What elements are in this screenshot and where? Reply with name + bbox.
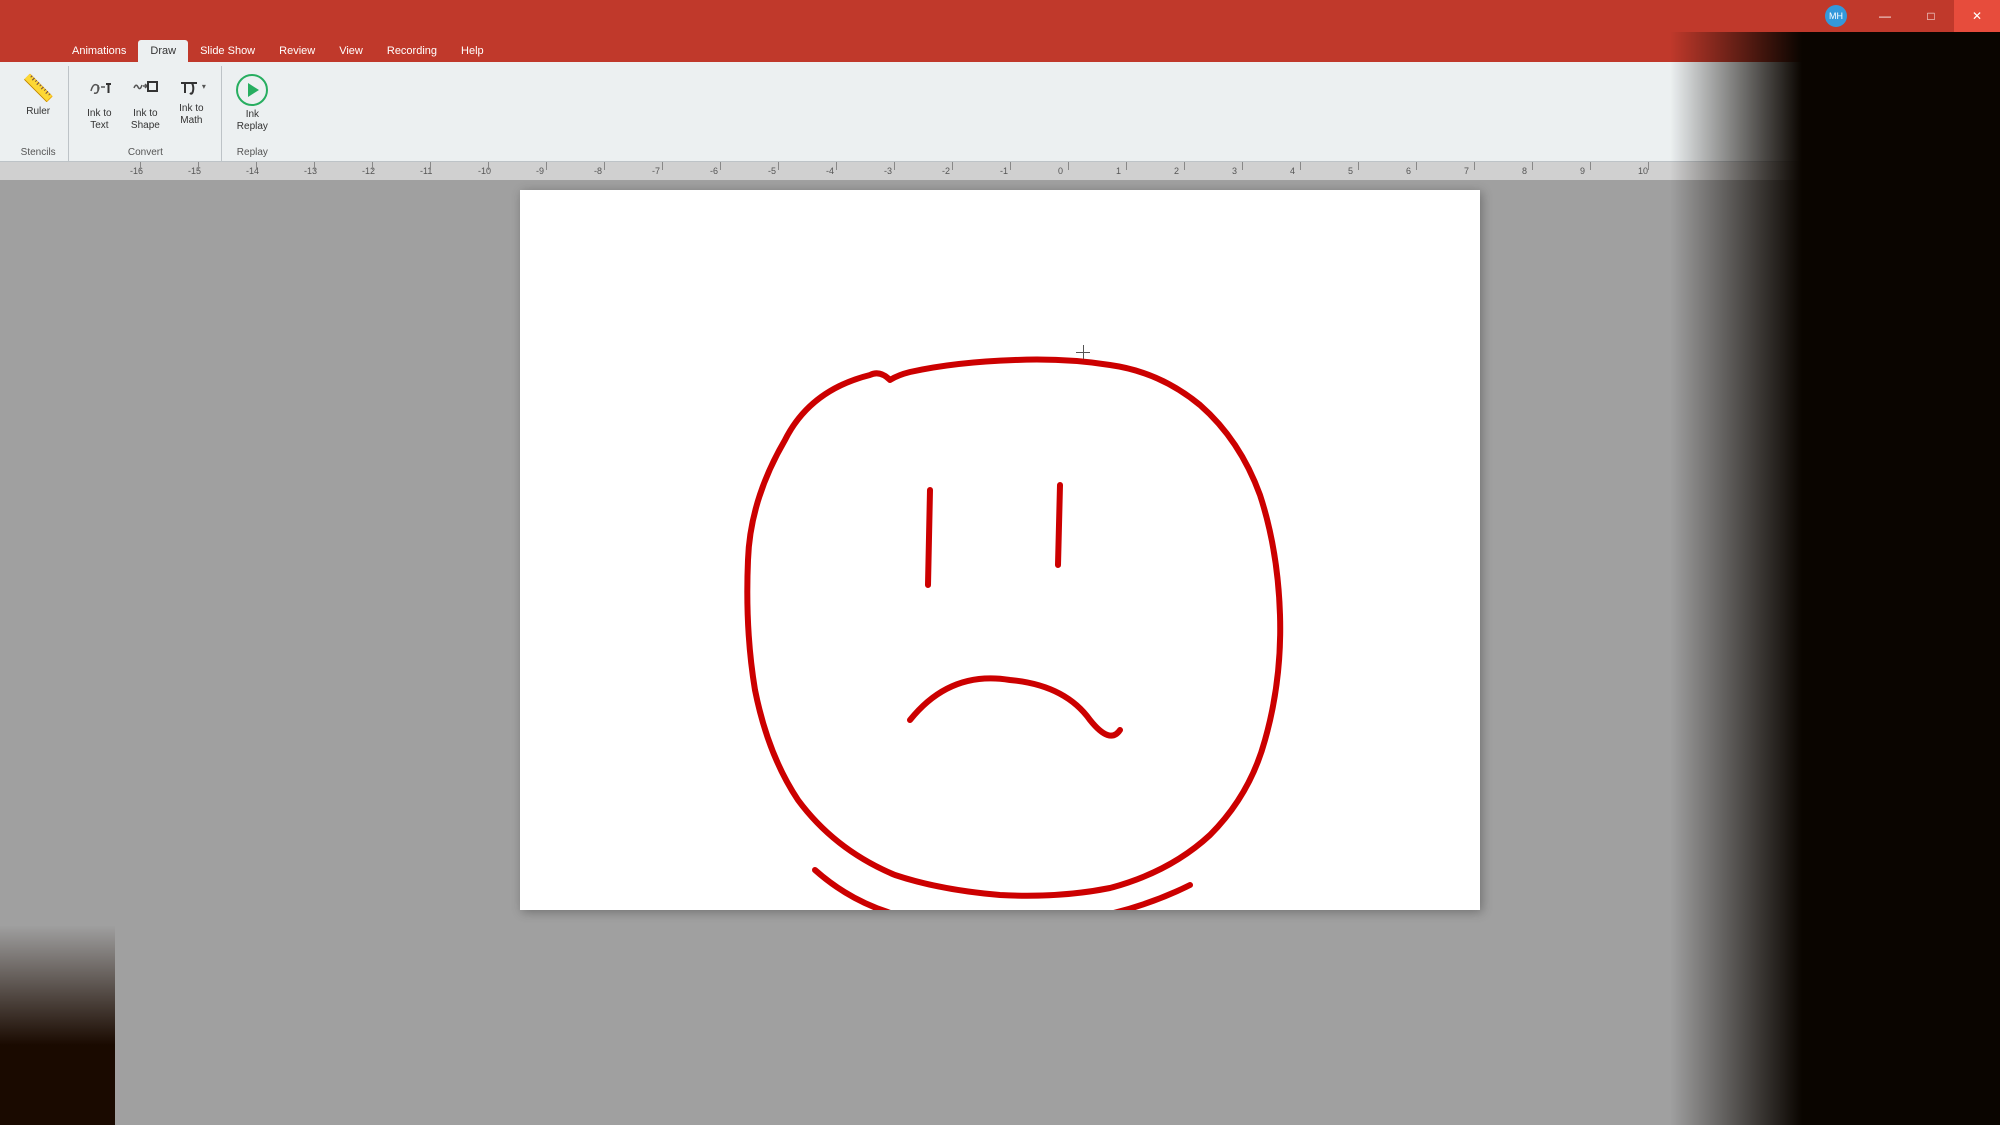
ink-to-math-label: Ink toMath	[179, 103, 203, 127]
tab-animations[interactable]: Animations	[60, 40, 138, 62]
ink-to-shape-icon	[131, 73, 159, 106]
ruler-mark: -7	[652, 166, 660, 176]
ruler-tick	[140, 162, 141, 170]
ruler-mark: 0	[1058, 166, 1063, 176]
ruler-mark: 4	[1290, 166, 1295, 176]
play-circle-icon	[236, 74, 268, 106]
ruler-label: Ruler	[26, 106, 50, 118]
ruler-tick	[546, 162, 547, 170]
ruler-tick	[488, 162, 489, 170]
ruler-tick	[430, 162, 431, 170]
close-button[interactable]: ✕	[1954, 0, 2000, 32]
ribbon-group-stencils: 📏 Ruler Stencils	[8, 66, 69, 161]
ruler-tick	[778, 162, 779, 170]
play-triangle-icon	[248, 83, 259, 97]
user-avatar: MH	[1825, 5, 1847, 27]
ink-to-text-icon	[85, 73, 113, 106]
ruler-mark: 5	[1348, 166, 1353, 176]
ruler-mark: -9	[536, 166, 544, 176]
minimize-button[interactable]: —	[1862, 0, 1908, 32]
ruler-tick	[604, 162, 605, 170]
ruler-mark: -16	[130, 166, 143, 176]
ink-to-shape-label: Ink toShape	[131, 108, 160, 132]
ruler-tick	[198, 162, 199, 170]
user-info: MH	[1825, 5, 1852, 27]
ruler-mark: 10	[1638, 166, 1648, 176]
ruler-mark: -8	[594, 166, 602, 176]
ruler-tick	[256, 162, 257, 170]
ruler-mark: -4	[826, 166, 834, 176]
ruler-mark: 3	[1232, 166, 1237, 176]
ruler-icon: 📏	[22, 73, 54, 104]
ruler-mark: 8	[1522, 166, 1527, 176]
ruler-tick	[1184, 162, 1185, 170]
ribbon-tab-bar: Animations Draw Slide Show Review View R…	[0, 32, 2000, 62]
ruler-button[interactable]: 📏 Ruler	[16, 70, 60, 121]
ruler-tick	[1474, 162, 1475, 170]
ruler-mark: -13	[304, 166, 317, 176]
ruler-mark: -6	[710, 166, 718, 176]
slide[interactable]	[520, 190, 1480, 910]
ink-to-text-label: Ink toText	[87, 108, 111, 132]
tab-draw[interactable]: Draw	[138, 40, 188, 62]
ruler-mark: -14	[246, 166, 259, 176]
ruler-mark: 6	[1406, 166, 1411, 176]
user-initials: MH	[1829, 11, 1843, 21]
tab-slideshow[interactable]: Slide Show	[188, 40, 267, 62]
ruler-mark: 7	[1464, 166, 1469, 176]
ink-replay-label: InkReplay	[237, 109, 268, 133]
ribbon: 📏 Ruler Stencils	[0, 62, 2000, 162]
ruler-tick	[1648, 162, 1649, 170]
ruler-tick	[1126, 162, 1127, 170]
ruler-bar: -16-15-14-13-12-11-10-9-8-7-6-5-4-3-2-10…	[0, 162, 2000, 180]
convert-group-label: Convert	[128, 147, 163, 161]
ruler-tick	[1532, 162, 1533, 170]
ruler-mark: -1	[1000, 166, 1008, 176]
ink-drawing	[520, 190, 1480, 910]
ruler-inner: -16-15-14-13-12-11-10-9-8-7-6-5-4-3-2-10…	[0, 162, 2000, 180]
window-controls: — □ ✕	[1862, 0, 2000, 32]
ruler-tick	[836, 162, 837, 170]
ruler-mark: 2	[1174, 166, 1179, 176]
ink-to-math-icon: ▾	[177, 73, 206, 101]
ruler-mark: -3	[884, 166, 892, 176]
ribbon-group-replay: InkReplay Replay	[222, 66, 282, 161]
slide-container[interactable]	[0, 180, 2000, 1125]
ruler-tick	[720, 162, 721, 170]
tab-review[interactable]: Review	[267, 40, 327, 62]
ruler-mark: -12	[362, 166, 375, 176]
ruler-tick	[952, 162, 953, 170]
ruler-tick	[894, 162, 895, 170]
ruler-tick	[1242, 162, 1243, 170]
ruler-tick	[1068, 162, 1069, 170]
ruler-tick	[1010, 162, 1011, 170]
ribbon-group-convert: Ink toText Ink toShape	[69, 66, 222, 161]
ruler-mark: -15	[188, 166, 201, 176]
ruler-mark: -10	[478, 166, 491, 176]
ruler-tick	[662, 162, 663, 170]
ruler-tick	[1416, 162, 1417, 170]
ruler-mark: 9	[1580, 166, 1585, 176]
ruler-tick	[372, 162, 373, 170]
ink-to-shape-button[interactable]: Ink toShape	[123, 70, 167, 135]
ruler-tick	[314, 162, 315, 170]
ruler-tick	[1590, 162, 1591, 170]
ruler-mark: 1	[1116, 166, 1121, 176]
ruler-mark: -5	[768, 166, 776, 176]
replay-group-label: Replay	[237, 147, 268, 161]
ruler-mark: -2	[942, 166, 950, 176]
tab-help[interactable]: Help	[449, 40, 496, 62]
ink-to-math-button[interactable]: ▾ Ink toMath	[169, 70, 213, 130]
ink-to-text-button[interactable]: Ink toText	[77, 70, 121, 135]
title-bar: MH — □ ✕	[0, 0, 2000, 32]
ruler-tick	[1358, 162, 1359, 170]
tab-view[interactable]: View	[327, 40, 375, 62]
stencils-group-label: Stencils	[21, 147, 56, 161]
ink-replay-button[interactable]: InkReplay	[230, 70, 274, 137]
tab-recording[interactable]: Recording	[375, 40, 449, 62]
ruler-tick	[1300, 162, 1301, 170]
maximize-button[interactable]: □	[1908, 0, 1954, 32]
